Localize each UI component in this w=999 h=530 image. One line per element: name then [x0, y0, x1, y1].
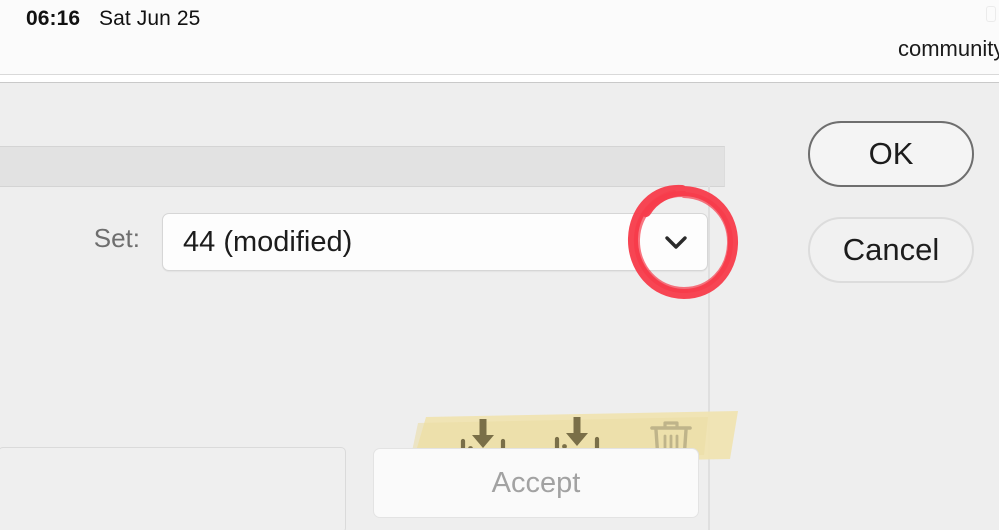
list-panel[interactable]	[0, 447, 346, 530]
set-combo-box[interactable]: 44 (modified)	[162, 213, 708, 271]
accept-button[interactable]: Accept	[373, 448, 699, 518]
set-label: Set:	[93, 223, 140, 253]
menubar-clock[interactable]: 06:16	[26, 7, 80, 31]
menubar-date[interactable]: Sat Jun 25	[99, 7, 200, 31]
screen: 06:16 Sat Jun 25 community Set: 44 (modi…	[0, 0, 999, 530]
menubar-right-text: community	[898, 36, 999, 61]
partial-menu-extra-icon[interactable]	[986, 6, 996, 22]
set-combo-value: 44 (modified)	[183, 226, 353, 258]
chevron-down-icon[interactable]	[659, 214, 693, 270]
ok-button[interactable]: OK	[808, 121, 974, 187]
dialog-toolbar-band	[0, 146, 725, 187]
cancel-button[interactable]: Cancel	[808, 217, 974, 283]
dialog-window: Set: 44 (modified) Accept OK Cancel	[0, 82, 999, 530]
panel-divider	[708, 186, 710, 530]
menu-bar: 06:16 Sat Jun 25 community	[0, 0, 999, 75]
